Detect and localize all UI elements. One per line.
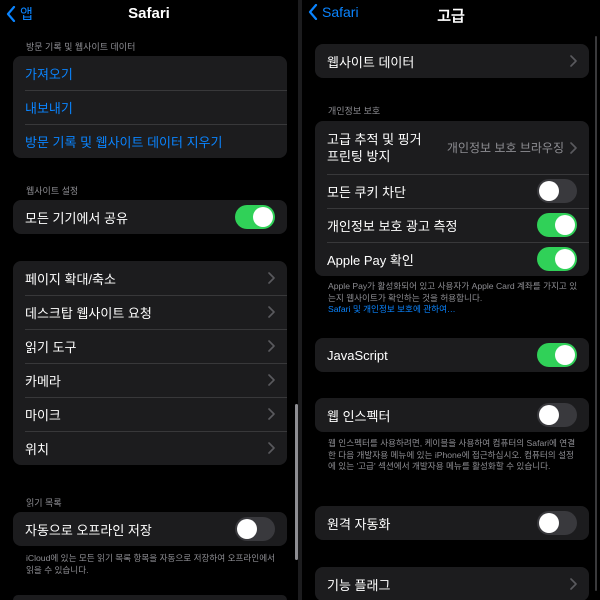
tracking-protection-label: 고급 추적 및 핑거 프린팅 방지	[327, 131, 422, 164]
share-across-devices-label: 모든 기기에서 공유	[25, 210, 128, 226]
advanced-settings-panel: Safari 고급 웹사이트 데이터 개인정보 보호 고급 추적 및 핑거 프린…	[302, 0, 600, 600]
reader-row[interactable]: 읽기 도구	[13, 329, 287, 363]
page-zoom-row[interactable]: 페이지 확대/축소	[13, 261, 287, 295]
block-cookies-label: 모든 쿠키 차단	[327, 184, 406, 200]
request-desktop-site-label: 데스크탑 웹사이트 요청	[25, 305, 152, 321]
export-label: 내보내기	[25, 100, 73, 116]
location-row[interactable]: 위치	[13, 431, 287, 465]
remote-automation-label: 원격 자동화	[327, 516, 391, 532]
apple-pay-check-label: Apple Pay 확인	[327, 252, 414, 268]
privacy-ad-measurement-toggle[interactable]	[537, 213, 577, 237]
privacy-ad-measurement-row: 개인정보 보호 광고 측정	[315, 208, 589, 242]
privacy-group: 고급 추적 및 핑거 프린팅 방지 개인정보 보호 브라우징 모든 쿠키 차단 …	[315, 121, 589, 276]
section-header-history: 방문 기록 및 웹사이트 데이터	[26, 42, 136, 52]
microphone-row[interactable]: 마이크	[13, 397, 287, 431]
camera-row[interactable]: 카메라	[13, 363, 287, 397]
camera-label: 카메라	[25, 373, 61, 389]
chevron-right-icon	[268, 272, 275, 284]
privacy-ad-measurement-label: 개인정보 보호 광고 측정	[327, 218, 458, 234]
reading-list-group: 자동으로 오프라인 저장	[13, 512, 287, 546]
chevron-right-icon	[570, 55, 577, 67]
web-inspector-footnote: 웹 인스펙터를 사용하려면, 케이블을 사용하여 컴퓨터의 Safari에 연결…	[328, 438, 576, 471]
javascript-group: JavaScript	[315, 338, 589, 372]
clear-history-label: 방문 기록 및 웹사이트 데이터 지우기	[25, 134, 223, 150]
chevron-right-icon	[570, 141, 577, 154]
website-data-label: 웹사이트 데이터	[327, 54, 415, 70]
history-group: 가져오기 내보내기 방문 기록 및 웹사이트 데이터 지우기	[13, 56, 287, 158]
web-inspector-label: 웹 인스펙터	[327, 408, 391, 424]
apple-pay-check-row: Apple Pay 확인	[315, 242, 589, 276]
reader-label: 읽기 도구	[25, 339, 77, 355]
javascript-row: JavaScript	[315, 338, 589, 372]
website-settings-group: 모든 기기에서 공유	[13, 200, 287, 234]
feature-flags-label: 기능 플래그	[327, 577, 391, 593]
chevron-right-icon	[268, 306, 275, 318]
feature-flags-row[interactable]: 기능 플래그	[315, 567, 589, 600]
section-header-privacy: 개인정보 보호	[328, 106, 381, 116]
javascript-toggle[interactable]	[537, 343, 577, 367]
next-group-edge	[13, 595, 287, 600]
import-button[interactable]: 가져오기	[13, 56, 287, 90]
web-inspector-toggle[interactable]	[537, 403, 577, 427]
website-data-row[interactable]: 웹사이트 데이터	[315, 44, 589, 78]
safari-settings-panel: 앱 Safari 방문 기록 및 웹사이트 데이터 가져오기 내보내기 방문 기…	[0, 0, 298, 600]
chevron-right-icon	[268, 442, 275, 454]
offline-save-toggle[interactable]	[235, 517, 275, 541]
chevron-right-icon	[268, 340, 275, 352]
web-inspector-row: 웹 인스펙터	[315, 398, 589, 432]
offline-save-label: 자동으로 오프라인 저장	[25, 522, 152, 538]
javascript-label: JavaScript	[327, 347, 388, 363]
share-across-devices-row: 모든 기기에서 공유	[13, 200, 287, 234]
apple-pay-footnote-text: Apple Pay가 활성화되어 있고 사용자가 Apple Card 계좌를 …	[328, 281, 578, 303]
page-title: Safari	[128, 5, 170, 22]
apple-pay-check-toggle[interactable]	[537, 247, 577, 271]
offline-save-row: 자동으로 오프라인 저장	[13, 512, 287, 546]
chevron-right-icon	[570, 578, 577, 590]
navigation-bar: 앱 Safari	[0, 0, 298, 30]
feature-flags-group: 기능 플래그	[315, 567, 589, 600]
chevron-right-icon	[268, 408, 275, 420]
apple-pay-footnote: Apple Pay가 활성화되어 있고 사용자가 Apple Card 계좌를 …	[328, 281, 578, 316]
export-button[interactable]: 내보내기	[13, 90, 287, 124]
reading-list-footnote: iCloud에 있는 모든 읽기 목록 항목을 자동으로 저장하여 오프라인에서…	[26, 553, 276, 575]
tracking-protection-row[interactable]: 고급 추적 및 핑거 프린팅 방지 개인정보 보호 브라우징	[315, 121, 589, 174]
safari-privacy-link[interactable]: Safari 및 개인정보 보호에 관하여…	[328, 304, 578, 316]
tracking-protection-value: 개인정보 보호 브라우징	[446, 141, 564, 155]
request-desktop-site-row[interactable]: 데스크탑 웹사이트 요청	[13, 295, 287, 329]
import-label: 가져오기	[25, 66, 73, 82]
share-across-devices-toggle[interactable]	[235, 205, 275, 229]
navigation-bar: Safari 고급	[302, 0, 600, 30]
web-inspector-group: 웹 인스펙터	[315, 398, 589, 432]
page-settings-group: 페이지 확대/축소 데스크탑 웹사이트 요청 읽기 도구 카메라 마이크 위치	[13, 261, 287, 465]
scrollbar[interactable]	[595, 36, 597, 591]
section-header-reading-list: 읽기 목록	[26, 498, 62, 508]
clear-history-button[interactable]: 방문 기록 및 웹사이트 데이터 지우기	[13, 124, 287, 158]
remote-automation-toggle[interactable]	[537, 511, 577, 535]
section-header-website-settings: 웹사이트 설정	[26, 186, 79, 196]
chevron-right-icon	[268, 374, 275, 386]
website-data-group: 웹사이트 데이터	[315, 44, 589, 78]
remote-automation-row: 원격 자동화	[315, 506, 589, 540]
microphone-label: 마이크	[25, 407, 61, 423]
page-zoom-label: 페이지 확대/축소	[25, 271, 116, 287]
block-cookies-row: 모든 쿠키 차단	[315, 174, 589, 208]
location-label: 위치	[25, 441, 49, 457]
page-title: 고급	[437, 8, 465, 25]
remote-automation-group: 원격 자동화	[315, 506, 589, 540]
block-cookies-toggle[interactable]	[537, 179, 577, 203]
